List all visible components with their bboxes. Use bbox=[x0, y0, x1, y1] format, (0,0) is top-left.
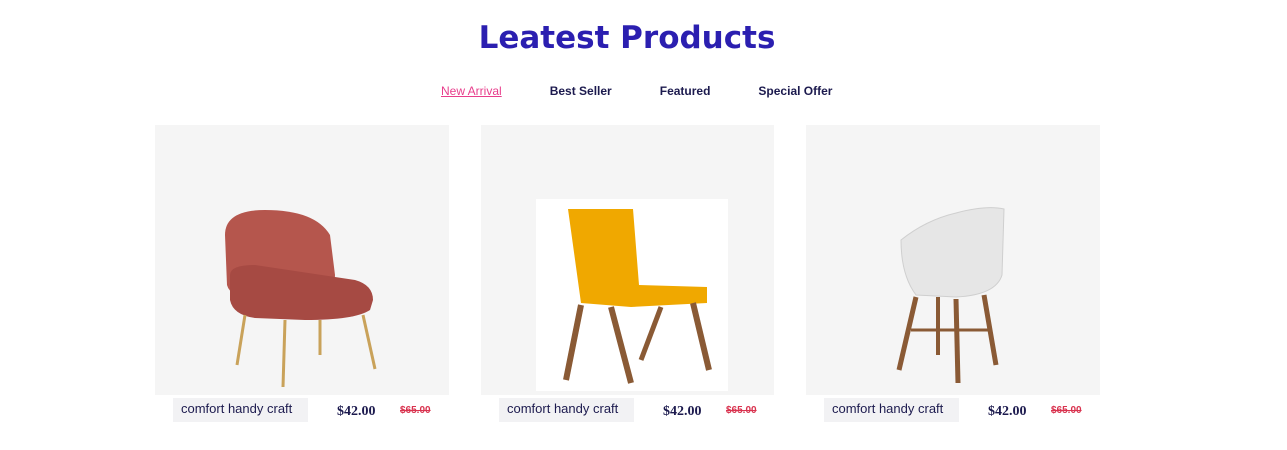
product-old-price: $65.00 bbox=[1051, 405, 1082, 416]
product-image[interactable] bbox=[155, 125, 449, 395]
product-tabs: New Arrival Best Seller Featured Special… bbox=[441, 84, 880, 98]
product-image[interactable] bbox=[806, 125, 1100, 395]
product-card[interactable]: comfort handy craft $42.00 $65.00 bbox=[806, 125, 1100, 425]
product-image[interactable] bbox=[481, 125, 774, 395]
lounge-chair-image bbox=[536, 199, 728, 391]
product-name[interactable]: comfort handy craft bbox=[499, 398, 634, 422]
product-price: $42.00 bbox=[988, 404, 1027, 419]
tab-special-offer[interactable]: Special Offer bbox=[758, 84, 832, 98]
product-old-price: $65.00 bbox=[726, 405, 757, 416]
product-old-price: $65.00 bbox=[400, 405, 431, 416]
product-price: $42.00 bbox=[337, 404, 376, 419]
tab-featured[interactable]: Featured bbox=[660, 84, 711, 98]
product-card[interactable]: comfort handy craft $42.00 $65.00 bbox=[155, 125, 449, 425]
product-name[interactable]: comfort handy craft bbox=[824, 398, 959, 422]
product-name[interactable]: comfort handy craft bbox=[173, 398, 308, 422]
tab-new-arrival[interactable]: New Arrival bbox=[441, 84, 502, 98]
armchair-image bbox=[225, 210, 377, 388]
tab-best-seller[interactable]: Best Seller bbox=[550, 84, 612, 98]
product-price: $42.00 bbox=[663, 404, 702, 419]
product-card[interactable]: comfort handy craft $42.00 $65.00 bbox=[481, 125, 774, 425]
page-title: Leatest Products bbox=[478, 20, 776, 56]
shell-chair-image bbox=[896, 207, 1005, 384]
